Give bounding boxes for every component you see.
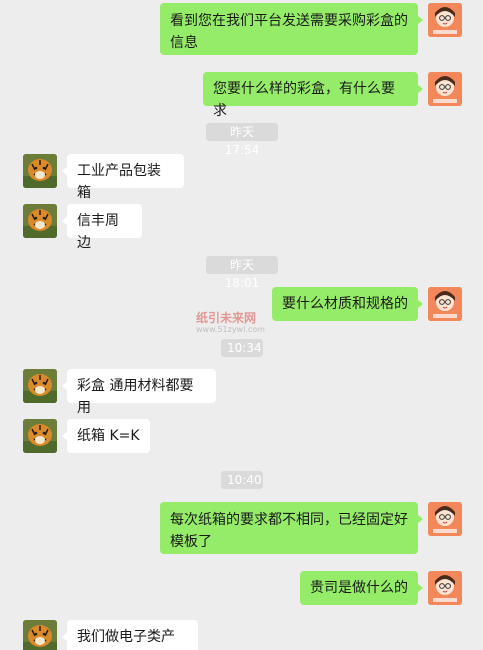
message-bubble-sent[interactable]: 您要什么样的彩盒，有什么要求 [203,72,423,119]
message-bubble-sent[interactable]: 每次纸箱的要求都不相同，已经固定好模板了 [160,502,423,554]
user-avatar-icon [428,287,462,321]
timestamp: 昨天 18:01 [206,256,278,290]
chat-window: 看到您在我们平台发送需要采购彩盒的信息 您要什么样的彩盒，有什么要求 昨天 17… [0,0,483,650]
message-bubble-sent[interactable]: 要什么材质和规格的 [272,287,423,321]
watermark-line2: www.51zywl.com [196,325,265,334]
contact-avatar[interactable] [23,620,57,650]
tiger-avatar-icon [23,369,57,403]
timestamp: 昨天 17:54 [206,123,278,157]
message-bubble-received[interactable]: 纸箱 K=K [62,419,150,453]
message-bubble-received[interactable]: 信丰周边 [62,204,142,251]
tiger-avatar-icon [23,419,57,453]
timestamp: 10:34 [221,339,263,357]
my-avatar[interactable] [428,571,462,605]
contact-avatar[interactable] [23,154,57,188]
watermark: 纸引未来网 www.51zywl.com [196,311,265,335]
message-bubble-received[interactable]: 工业产品包装箱 [62,154,184,201]
tiger-avatar-icon [23,154,57,188]
user-avatar-icon [428,3,462,37]
contact-avatar[interactable] [23,419,57,453]
my-avatar[interactable] [428,502,462,536]
my-avatar[interactable] [428,3,462,37]
message-bubble-sent[interactable]: 看到您在我们平台发送需要采购彩盒的信息 [160,3,423,55]
contact-avatar[interactable] [23,204,57,238]
message-bubble-received[interactable]: 我们做电子类产品 [62,620,198,650]
user-avatar-icon [428,571,462,605]
user-avatar-icon [428,502,462,536]
user-avatar-icon [428,72,462,106]
contact-avatar[interactable] [23,369,57,403]
my-avatar[interactable] [428,72,462,106]
tiger-avatar-icon [23,620,57,650]
watermark-line1: 纸引未来网 [196,311,257,325]
timestamp: 10:40 [221,471,263,489]
message-bubble-received[interactable]: 彩盒 通用材料都要用 [62,369,216,416]
tiger-avatar-icon [23,204,57,238]
message-bubble-sent[interactable]: 贵司是做什么的 [300,571,423,605]
my-avatar[interactable] [428,287,462,321]
